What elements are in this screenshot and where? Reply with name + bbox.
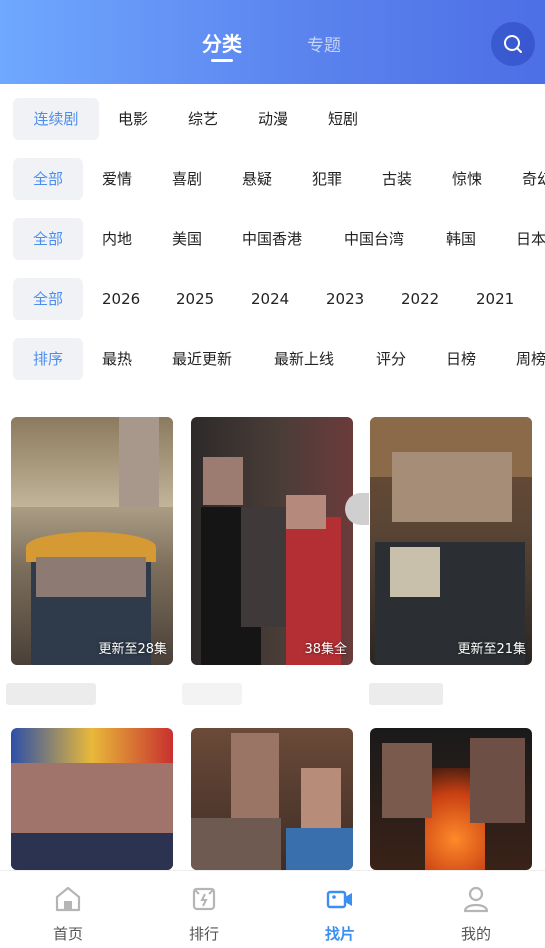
video-title-placeholder bbox=[6, 683, 96, 705]
filter-option[interactable]: 2025 bbox=[176, 278, 214, 320]
nav-label: 我的 bbox=[460, 925, 491, 943]
nav-item-home[interactable]: 首页 bbox=[0, 871, 136, 948]
episode-badge: 更新至21集 bbox=[457, 642, 526, 657]
filter-option[interactable]: 日榜 bbox=[446, 338, 476, 380]
blurred-face bbox=[203, 457, 243, 505]
filter-row-region: 全部 内地 美国 中国香港 中国台湾 韩国 日本 bbox=[0, 218, 545, 262]
filter-row-year: 全部 2026 2025 2024 2023 2022 2021 bbox=[0, 278, 545, 322]
filter-chip-year[interactable]: 全部 bbox=[13, 278, 83, 320]
nav-item-ranking[interactable]: 排行 bbox=[136, 871, 272, 948]
app-root: 分类 专题 连续剧 电影 综艺 动漫 短剧 全部 爱情 喜剧 悬疑 犯罪 古装 … bbox=[0, 0, 545, 948]
blurred-face bbox=[119, 417, 159, 507]
search-button[interactable] bbox=[491, 22, 535, 66]
filter-option[interactable]: 周榜 bbox=[516, 338, 545, 380]
video-camera-icon bbox=[326, 890, 352, 909]
filter-option[interactable]: 最新上线 bbox=[274, 338, 334, 380]
book-shape bbox=[390, 547, 440, 597]
figure-shape bbox=[286, 828, 353, 870]
filter-option[interactable]: 评分 bbox=[376, 338, 406, 380]
filter-chip-region[interactable]: 全部 bbox=[13, 218, 83, 260]
filter-option[interactable]: 内地 bbox=[102, 218, 132, 260]
filter-option[interactable]: 犯罪 bbox=[312, 158, 342, 200]
blurred-face bbox=[286, 495, 326, 529]
video-title-placeholder bbox=[369, 683, 443, 705]
home-icon bbox=[55, 886, 81, 912]
active-tab-underline bbox=[211, 59, 233, 62]
filter-option[interactable]: 动漫 bbox=[258, 98, 288, 140]
nav-label: 排行 bbox=[188, 925, 219, 943]
video-card[interactable]: 更新至21集 bbox=[370, 417, 532, 665]
filter-option[interactable]: 中国台湾 bbox=[344, 218, 404, 260]
nav-label: 首页 bbox=[52, 925, 83, 943]
filter-option[interactable]: 电影 bbox=[118, 98, 148, 140]
filter-row-genre: 全部 爱情 喜剧 悬疑 犯罪 古装 惊悚 奇幻 bbox=[0, 158, 545, 202]
filter-option[interactable]: 奇幻 bbox=[522, 158, 545, 200]
filter-option[interactable]: 最热 bbox=[102, 338, 132, 380]
blurred-face bbox=[36, 557, 146, 597]
video-card[interactable]: 更新至28集 bbox=[11, 417, 173, 665]
blurred-face bbox=[11, 763, 173, 833]
filter-option[interactable]: 爱情 bbox=[102, 158, 132, 200]
filter-option[interactable]: 2024 bbox=[251, 278, 289, 320]
filter-option[interactable]: 2022 bbox=[401, 278, 439, 320]
blurred-face bbox=[382, 743, 432, 818]
filter-option[interactable]: 最近更新 bbox=[172, 338, 232, 380]
tab-topics[interactable]: 专题 bbox=[307, 31, 341, 56]
blurred-face bbox=[392, 452, 512, 522]
nav-item-find[interactable]: 找片 bbox=[272, 871, 408, 948]
filter-option[interactable]: 惊悚 bbox=[452, 158, 482, 200]
video-card[interactable] bbox=[370, 728, 532, 870]
filter-row-type: 连续剧 电影 综艺 动漫 短剧 bbox=[0, 98, 545, 142]
ranking-icon bbox=[192, 887, 216, 911]
episode-badge: 更新至28集 bbox=[98, 642, 167, 657]
filter-row-sort: 排序 最热 最近更新 最新上线 评分 日榜 周榜 bbox=[0, 338, 545, 382]
filter-chip-sort[interactable]: 排序 bbox=[13, 338, 83, 380]
blurred-shape bbox=[241, 507, 286, 627]
filter-option[interactable]: 日本 bbox=[516, 218, 545, 260]
filter-chip-type[interactable]: 连续剧 bbox=[13, 98, 99, 140]
search-icon bbox=[504, 35, 522, 53]
scroll-handle[interactable] bbox=[345, 493, 369, 525]
filter-option[interactable]: 古装 bbox=[382, 158, 412, 200]
filter-option[interactable]: 美国 bbox=[172, 218, 202, 260]
video-card[interactable] bbox=[191, 728, 353, 870]
user-icon bbox=[463, 886, 489, 913]
top-header: 分类 专题 bbox=[0, 0, 545, 84]
filter-chip-genre[interactable]: 全部 bbox=[13, 158, 83, 200]
filter-option[interactable]: 2023 bbox=[326, 278, 364, 320]
episode-badge: 38集全 bbox=[304, 642, 347, 657]
filter-option[interactable]: 综艺 bbox=[188, 98, 218, 140]
nav-item-profile[interactable]: 我的 bbox=[408, 871, 544, 948]
filter-option[interactable]: 韩国 bbox=[446, 218, 476, 260]
filter-option[interactable]: 悬疑 bbox=[242, 158, 272, 200]
video-title-placeholder bbox=[182, 683, 242, 705]
figure-shape bbox=[11, 833, 173, 870]
filter-option[interactable]: 短剧 bbox=[328, 98, 358, 140]
blurred-face bbox=[231, 733, 279, 823]
blurred-face bbox=[470, 738, 525, 823]
filter-option[interactable]: 2021 bbox=[476, 278, 514, 320]
nav-label: 找片 bbox=[324, 925, 355, 943]
bottom-nav: 首页 排行 找片 我的 bbox=[0, 870, 545, 948]
video-card[interactable] bbox=[11, 728, 173, 870]
filter-option[interactable]: 喜剧 bbox=[172, 158, 202, 200]
blurred-shape bbox=[191, 818, 281, 870]
video-card[interactable]: 38集全 bbox=[191, 417, 353, 665]
filter-option[interactable]: 2026 bbox=[102, 278, 140, 320]
tab-category[interactable]: 分类 bbox=[202, 28, 242, 57]
filter-option[interactable]: 中国香港 bbox=[242, 218, 302, 260]
